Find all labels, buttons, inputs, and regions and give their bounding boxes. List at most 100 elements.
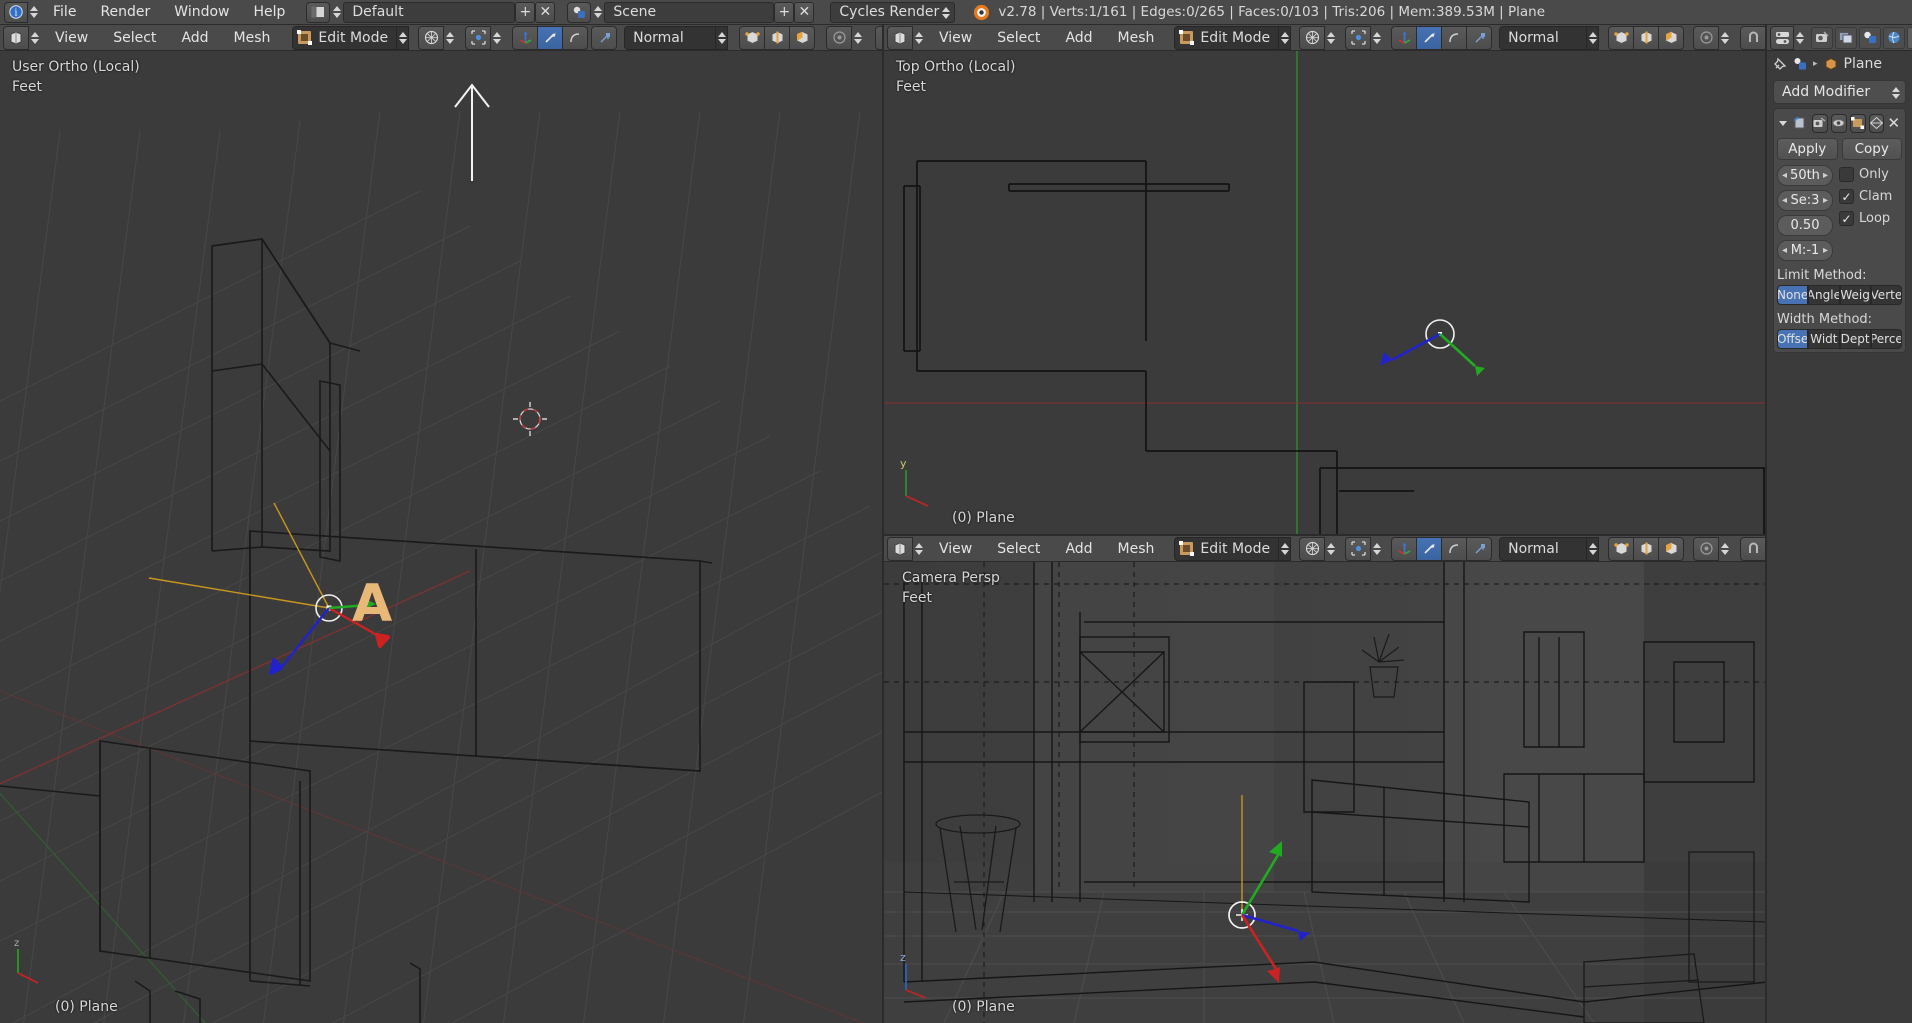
copy-button[interactable]: Copy [1841,138,1902,160]
screen-layout-spinner[interactable] [330,2,343,23]
vp2-mode-selector[interactable]: Edit Mode [1174,25,1292,50]
vp3-manipulator-group[interactable] [1391,536,1493,561]
vp2-snap-group[interactable] [1740,25,1767,50]
vp1-editor-type-spinner[interactable] [28,25,41,50]
vp3-transform-orientation[interactable]: Normal [1499,536,1600,561]
delete-screen-layout-button[interactable]: ✕ [535,1,556,23]
viewport-top-ortho[interactable]: View Select Add Mesh Edit Mode Normal y … [884,25,1767,536]
face-select-icon[interactable] [789,25,816,50]
face-select-icon[interactable] [1658,536,1685,561]
scale-manipulator-icon[interactable] [1441,25,1468,50]
vp1-pivot-spinner[interactable] [490,25,503,50]
render-toggle-icon[interactable] [1812,113,1828,133]
menu-file[interactable]: File [42,2,87,23]
checkbox-loop-slide[interactable]: ✓ Loop [1839,211,1892,226]
scene-properties-icon[interactable] [1859,26,1881,49]
editor-type-icon[interactable] [887,25,913,50]
area-splitter-horizontal[interactable] [884,534,1767,536]
vertex-select-icon[interactable] [1608,536,1635,561]
translate-manipulator-icon[interactable] [1391,25,1418,50]
area-splitter-vertical-2[interactable] [1765,25,1767,1023]
edge-select-icon[interactable] [1633,536,1660,561]
vp1-menu-view[interactable]: View [44,25,99,50]
apply-button[interactable]: Apply [1777,138,1838,160]
width-method-segmented-control[interactable]: Offse Widt Dept Perce [1777,329,1902,349]
modifier-field-material[interactable]: ◂ M:-1 ▸ [1777,240,1833,261]
limit-method-option-weight[interactable]: Weig [1839,285,1871,305]
vp2-proportional-spinner[interactable] [1718,25,1731,50]
proportional-edit-icon[interactable] [826,25,853,50]
vp2-pivot-spinner[interactable] [1370,25,1383,50]
vp3-editor-type-spinner[interactable] [912,536,925,561]
vp3-menu-mesh[interactable]: Mesh [1107,536,1166,561]
limit-method-option-none[interactable]: None [1777,285,1809,305]
pivot-point-icon[interactable] [1345,25,1372,50]
scale-manipulator-icon[interactable] [562,25,589,50]
field-right-arrow-icon[interactable]: ▸ [1823,245,1828,256]
edge-select-icon[interactable] [764,25,791,50]
checkbox-clamp-overlap[interactable]: ✓ Clam [1839,189,1892,204]
vp1-orientation-extra[interactable] [591,25,618,50]
properties-editor-type-icon[interactable] [1770,25,1794,50]
vp2-mode-spinner[interactable] [1278,25,1292,50]
vp3-shading-spinner[interactable] [1324,536,1337,561]
manipulator-extra-icon[interactable] [1466,25,1493,50]
vp2-menu-add[interactable]: Add [1054,25,1103,50]
vp2-orientation-label[interactable]: Normal [1499,25,1588,50]
expand-triangle-icon[interactable] [1777,117,1789,129]
vp1-pivot-selector[interactable] [465,25,503,50]
pivot-point-icon[interactable] [465,25,492,50]
vp1-editor-type-selector[interactable] [3,25,41,50]
vp3-mode-spinner[interactable] [1278,536,1292,561]
shading-solid-icon[interactable] [1299,536,1326,561]
vp2-editor-type-selector[interactable] [887,25,925,50]
add-modifier-spinner[interactable] [1889,81,1902,105]
vp1-manipulator-group[interactable] [512,25,589,50]
manipulator-extra-icon[interactable] [1466,536,1493,561]
screen-layout-selector[interactable]: Default + ✕ [306,1,556,23]
vp2-editor-type-spinner[interactable] [912,25,925,50]
world-properties-icon[interactable] [1883,26,1905,49]
properties-editor-type-spinner[interactable] [1793,25,1806,50]
object-icon[interactable] [1793,57,1807,71]
pivot-point-icon[interactable] [1345,536,1372,561]
edge-select-icon[interactable] [1633,25,1660,50]
vp2-mesh-select-mode[interactable] [1608,25,1685,50]
translate-manipulator-icon[interactable] [512,25,539,50]
vp1-transform-orientation[interactable]: Normal [624,25,729,50]
width-method-option-offset[interactable]: Offse [1777,329,1809,349]
limit-method-segmented-control[interactable]: None Angle Weig Verte [1777,285,1902,305]
rotate-manipulator-icon[interactable] [1416,25,1443,50]
rotate-manipulator-icon[interactable] [537,25,564,50]
vp2-shading-selector[interactable] [1299,25,1337,50]
translate-manipulator-icon[interactable] [1391,536,1418,561]
render-properties-icon[interactable] [1811,26,1833,49]
render-engine-selector[interactable]: Cycles Render [830,1,956,24]
field-right-arrow-icon[interactable]: ▸ [1823,170,1828,181]
width-method-option-percent[interactable]: Perce [1870,329,1902,349]
menu-help[interactable]: Help [242,2,296,23]
field-left-arrow-icon[interactable]: ◂ [1782,170,1787,181]
vp1-shading-spinner[interactable] [443,25,456,50]
proportional-edit-icon[interactable] [1693,536,1720,561]
rotate-manipulator-icon[interactable] [1416,536,1443,561]
checkbox-box[interactable]: ✓ [1839,189,1854,204]
checkbox-only-vertices[interactable]: Only [1839,167,1892,182]
menu-window[interactable]: Window [163,2,240,23]
vp2-shading-spinner[interactable] [1324,25,1337,50]
checkbox-box[interactable] [1839,167,1854,182]
object-properties-icon[interactable] [1907,26,1912,49]
vp2-pivot-selector[interactable] [1345,25,1383,50]
viewport-toggle-icon[interactable] [1830,113,1847,133]
scene-name[interactable]: Scene [604,1,775,23]
editor-type-selector-info[interactable]: i [4,1,40,23]
render-engine-spinner[interactable] [939,3,952,24]
vp2-transform-orientation[interactable]: Normal [1499,25,1600,50]
editor-type-spinner[interactable] [27,1,40,23]
manipulator-extra-icon[interactable] [591,25,618,50]
cage-toggle-icon[interactable] [1868,113,1885,133]
vp3-mode-selector[interactable]: Edit Mode [1174,536,1292,561]
face-select-icon[interactable] [1658,25,1685,50]
vp1-menu-select[interactable]: Select [102,25,167,50]
vp1-mode-spinner[interactable] [396,25,410,50]
